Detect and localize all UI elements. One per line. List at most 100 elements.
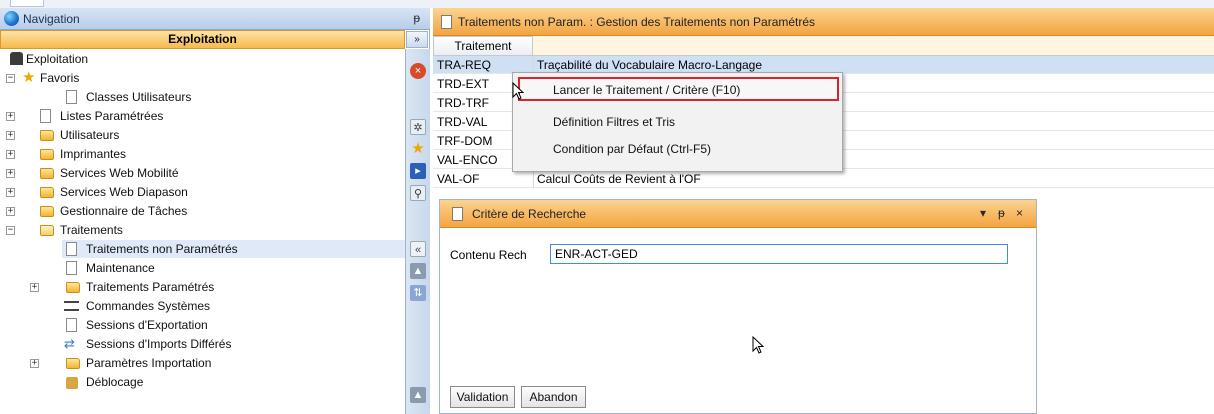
tree-item-commandes-systemes[interactable]: Commandes Systèmes bbox=[0, 297, 405, 315]
row-description: Calcul Coûts de Revient à l'OF bbox=[537, 172, 701, 186]
document-icon bbox=[66, 261, 77, 275]
expand-toggle-icon[interactable]: + bbox=[6, 112, 15, 121]
user-icon bbox=[10, 52, 23, 65]
tree-item-maintenance[interactable]: Maintenance bbox=[0, 259, 405, 277]
dropdown-icon[interactable]: ▾ bbox=[980, 206, 986, 220]
search-criteria-dialog: Critère de Recherche ▾ ᵽ × Contenu Rech … bbox=[439, 199, 1037, 414]
mouse-cursor-icon bbox=[752, 336, 764, 354]
tree-item-deblocage[interactable]: Déblocage bbox=[0, 373, 405, 391]
column-header-traitement[interactable]: Traitement bbox=[433, 36, 533, 56]
abandon-button[interactable]: Abandon bbox=[521, 386, 586, 408]
collapse-toggle-icon[interactable]: − bbox=[6, 226, 15, 235]
tree-item-traitements[interactable]: − Traitements bbox=[0, 221, 405, 239]
tree-item-label: Maintenance bbox=[86, 261, 155, 275]
tree-item-label: Utilisateurs bbox=[60, 128, 120, 142]
close-icon[interactable]: × bbox=[1016, 206, 1023, 220]
double-chevron-left-icon[interactable]: « bbox=[410, 241, 426, 257]
expand-toggle-icon[interactable]: + bbox=[6, 207, 15, 216]
collapse-button[interactable]: » bbox=[406, 31, 428, 48]
move-down-icon[interactable]: ▲ bbox=[410, 387, 426, 403]
close-circle-icon[interactable]: × bbox=[410, 63, 426, 79]
expand-toggle-icon[interactable]: + bbox=[30, 283, 39, 292]
menu-item-lancer-traitement[interactable]: Lancer le Traitement / Critère (F10) bbox=[553, 83, 740, 97]
folder-icon bbox=[40, 168, 54, 179]
search-icon[interactable]: ⚲ bbox=[410, 185, 426, 201]
export-icon[interactable]: ▸ bbox=[410, 163, 426, 179]
settings-icon[interactable]: ✲ bbox=[410, 119, 426, 135]
pin-icon[interactable]: ᵽ bbox=[998, 206, 1005, 220]
table-row[interactable]: VAL-OF Calcul Coûts de Revient à l'OF bbox=[433, 170, 1214, 188]
document-icon bbox=[66, 90, 77, 104]
tree-item-traitements-parametres[interactable]: + Traitements Paramétrés bbox=[0, 278, 405, 296]
tree-item-label: Favoris bbox=[40, 71, 80, 85]
contenu-rech-label: Contenu Rech bbox=[450, 248, 527, 262]
globe-icon bbox=[4, 11, 19, 26]
tree-item-traitements-non-parametres[interactable]: Traitements non Paramétrés bbox=[62, 240, 405, 258]
lock-icon bbox=[66, 377, 78, 389]
folder-icon bbox=[40, 149, 54, 160]
section-bar-exploitation[interactable]: Exploitation bbox=[0, 30, 405, 49]
tree-item-services-web-diapason[interactable]: + Services Web Diapason bbox=[0, 183, 405, 201]
tree-item-label: Traitements Paramétrés bbox=[86, 280, 215, 294]
dialog-header: Critère de Recherche ▾ ᵽ × bbox=[440, 200, 1036, 228]
expand-toggle-icon[interactable]: + bbox=[6, 131, 15, 140]
row-code: TRA-REQ bbox=[437, 58, 491, 72]
tree-item-sessions-imports-differes[interactable]: ⇄ Sessions d'Imports Différés bbox=[0, 335, 405, 353]
tree-item-utilisateurs[interactable]: + Utilisateurs bbox=[0, 126, 405, 144]
expand-toggle-icon[interactable]: + bbox=[6, 169, 15, 178]
row-code: TRD-VAL bbox=[437, 115, 488, 129]
sync-icon: ⇄ bbox=[64, 336, 75, 351]
tree-item-label: Exploitation bbox=[26, 52, 89, 66]
row-code: TRF-DOM bbox=[437, 134, 493, 148]
menu-item-condition-defaut[interactable]: Condition par Défaut (Ctrl-F5) bbox=[553, 142, 711, 156]
folder-icon bbox=[40, 206, 54, 217]
folder-icon bbox=[40, 187, 54, 198]
lines-icon bbox=[64, 301, 79, 311]
tree-item-parametres-importation[interactable]: + Paramètres Importation bbox=[0, 354, 405, 372]
contenu-rech-input[interactable] bbox=[550, 244, 1008, 264]
star-icon[interactable]: ★ bbox=[410, 141, 426, 157]
tree-item-classes-utilisateurs[interactable]: Classes Utilisateurs bbox=[0, 88, 405, 106]
tree-item-label: Imprimantes bbox=[60, 147, 127, 161]
expand-toggle-icon[interactable]: + bbox=[6, 150, 15, 159]
tree-item-gestionnaire-de-taches[interactable]: + Gestionnaire de Tâches bbox=[0, 202, 405, 220]
context-menu: Lancer le Traitement / Critère (F10) Déf… bbox=[512, 72, 843, 172]
tree-item-exploitation[interactable]: Exploitation bbox=[0, 50, 405, 68]
tree-item-favoris[interactable]: − ★ Favoris bbox=[0, 69, 405, 87]
menu-item-definition-filtres[interactable]: Définition Filtres et Tris bbox=[553, 115, 675, 129]
tree-item-label: Services Web Diapason bbox=[60, 185, 188, 199]
collapse-toggle-icon[interactable]: − bbox=[6, 74, 15, 83]
tree-item-listes-parametrees[interactable]: + Listes Paramétrées bbox=[0, 107, 405, 125]
dialog-title: Critère de Recherche bbox=[472, 207, 587, 221]
document-icon bbox=[441, 15, 452, 29]
tree-item-label: Paramètres Importation bbox=[86, 356, 212, 370]
top-tab[interactable] bbox=[10, 0, 44, 7]
document-icon bbox=[66, 318, 77, 332]
tree-item-label: Commandes Systèmes bbox=[86, 299, 211, 313]
move-up-icon[interactable]: ▲ bbox=[410, 263, 426, 279]
folder-icon bbox=[66, 358, 80, 369]
document-icon bbox=[452, 207, 463, 221]
mouse-cursor-icon bbox=[512, 82, 524, 100]
tree-item-services-web-mobilite[interactable]: + Services Web Mobilité bbox=[0, 164, 405, 182]
row-code: VAL-ENCO bbox=[437, 153, 498, 167]
navigation-header: Navigation ᵽ bbox=[0, 8, 430, 30]
sort-icon[interactable]: ⇅ bbox=[410, 285, 426, 301]
expand-toggle-icon[interactable]: + bbox=[30, 359, 39, 368]
pin-icon[interactable]: ᵽ bbox=[413, 11, 420, 25]
tree-item-label: Listes Paramétrées bbox=[60, 109, 164, 123]
list-icon bbox=[40, 109, 51, 123]
top-strip bbox=[0, 0, 1214, 8]
document-icon bbox=[66, 242, 77, 256]
validation-button[interactable]: Validation bbox=[450, 386, 515, 408]
tree-item-label: Classes Utilisateurs bbox=[86, 90, 192, 104]
tree-item-label: Gestionnaire de Tâches bbox=[60, 204, 188, 218]
tree-item-imprimantes[interactable]: + Imprimantes bbox=[0, 145, 405, 163]
folder-icon bbox=[66, 282, 80, 293]
expand-toggle-icon[interactable]: + bbox=[6, 188, 15, 197]
row-code: TRD-TRF bbox=[437, 96, 489, 110]
row-code: VAL-OF bbox=[437, 172, 480, 186]
star-icon: ★ bbox=[22, 69, 36, 86]
main-title: Traitements non Param. : Gestion des Tra… bbox=[458, 15, 816, 29]
tree-item-sessions-exportation[interactable]: Sessions d'Exportation bbox=[0, 316, 405, 334]
